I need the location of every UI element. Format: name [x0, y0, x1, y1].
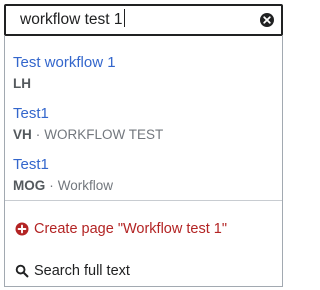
search-full-text-label: Search full text — [34, 263, 130, 279]
suggestion-namespace: LH — [13, 76, 31, 91]
search-full-text-action[interactable]: Search full text — [5, 260, 282, 282]
add-circle-icon — [15, 222, 29, 236]
suggestion-namespace: MOG — [13, 178, 46, 193]
suggestion-title: Test workflow 1 — [13, 54, 116, 71]
suggestion-item[interactable]: Test1 VH · WORKFLOW TEST — [5, 105, 282, 155]
suggestion-title: Test1 — [13, 105, 49, 122]
suggestion-item[interactable]: Test1 MOG · Workflow — [5, 156, 282, 206]
suggestions-dropdown: Test workflow 1 LH Test1 VH · WORKFLOW TES… — [4, 36, 283, 287]
suggestion-meta: LH — [13, 76, 31, 92]
suggestion-namespace: VH — [13, 127, 32, 142]
search-icon — [15, 264, 29, 278]
clear-icon — [260, 13, 274, 27]
suggestion-meta: MOG · Workflow — [13, 178, 113, 194]
suggestion-meta: VH · WORKFLOW TEST — [13, 127, 163, 143]
text-caret — [123, 9, 125, 27]
meta-separator: · — [35, 127, 41, 142]
create-page-action[interactable]: Create page "Workflow test 1" — [5, 218, 282, 240]
create-page-label: Create page "Workflow test 1" — [34, 221, 227, 237]
dropdown-divider — [5, 200, 282, 201]
search-input-value: workflow test 1 — [20, 11, 123, 28]
clear-button[interactable] — [259, 12, 275, 28]
suggestion-title: Test1 — [13, 156, 49, 173]
suggestion-description: WORKFLOW TEST — [44, 127, 164, 142]
suggestion-item[interactable]: Test workflow 1 LH — [5, 54, 282, 104]
search-input[interactable]: workflow test 1 — [20, 6, 125, 34]
search-bar[interactable]: workflow test 1 — [4, 4, 283, 36]
suggestion-description: Workflow — [57, 178, 114, 193]
meta-separator: · — [49, 178, 54, 193]
